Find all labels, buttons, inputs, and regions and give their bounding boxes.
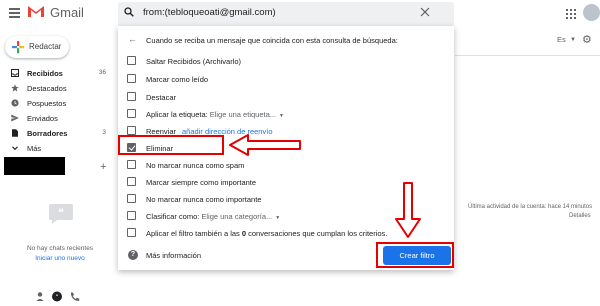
gmail-window: Gmail from:(tebloqueoati@gmail.com) Reda… [0, 0, 600, 306]
gear-icon[interactable]: ⚙ [582, 33, 592, 46]
annotation-arrow-down [395, 182, 421, 238]
send-icon [11, 114, 19, 122]
caret-down-icon[interactable]: ▼ [570, 37, 576, 43]
sidebar-item-pospuestos[interactable]: Pospuestos [0, 96, 112, 111]
input-tools-language[interactable]: Es [557, 35, 566, 44]
sidebar-item-label: Enviados [27, 114, 58, 123]
option-label: Destacar [146, 93, 177, 102]
star-icon [11, 84, 19, 92]
caret-down-icon[interactable]: ▼ [275, 215, 280, 221]
category-select[interactable]: Elige una categoría... [201, 212, 272, 221]
option-row-text: Aplicar la etiqueta: Elige una etiqueta..… [146, 110, 284, 119]
option-label-pre: Aplicar el filtro también a las [146, 229, 242, 238]
option-label: Clasificar como: [146, 212, 200, 221]
redacted-block [4, 157, 65, 175]
checkbox[interactable] [127, 74, 136, 83]
search-input[interactable]: from:(tebloqueoati@gmail.com) [143, 7, 276, 18]
back-arrow-icon[interactable]: ← [128, 34, 137, 44]
main-menu-icon[interactable] [9, 8, 20, 18]
option-label: Saltar Recibidos (Archivarlo) [146, 57, 242, 66]
annotation-arrow-left [229, 134, 301, 156]
annotation-box-create-filter [376, 242, 454, 268]
hangouts-icon: ” [52, 291, 62, 302]
chat-quote-icon: ❝ [49, 204, 73, 224]
option-label-post: conversaciones que cumplan los criterios… [246, 229, 388, 238]
inbox-icon [11, 69, 19, 77]
app-name: Gmail [50, 5, 84, 20]
checkbox[interactable] [127, 228, 136, 237]
sidebar-item-label: Borradores [27, 129, 68, 138]
option-label: No marcar nunca como importante [146, 195, 262, 204]
option-row-text: Aplicar el filtro también a las 0 conver… [146, 229, 387, 238]
add-label-button[interactable]: + [100, 161, 106, 173]
checkbox[interactable] [127, 92, 136, 101]
sidebar-item-label: Recibidos [27, 69, 63, 78]
filter-header: Cuando se reciba un mensaje que coincida… [146, 36, 398, 45]
checkbox[interactable] [127, 160, 136, 169]
sidebar-item-borradores[interactable]: Borradores 3 [0, 126, 112, 141]
start-chat-link[interactable]: Iniciar uno nuevo [0, 255, 120, 262]
sidebar-item-enviados[interactable]: Enviados [0, 111, 112, 126]
clock-icon [11, 99, 19, 107]
option-label: Marcar siempre como importante [146, 178, 257, 187]
sidebar-item-label: Más [27, 144, 42, 153]
divider [455, 55, 600, 56]
person-icon [36, 292, 44, 301]
svg-text:❝: ❝ [58, 206, 64, 219]
option-label: Marcar como leído [146, 75, 209, 84]
sidebar-item-label: Pospuestos [27, 99, 67, 108]
sidebar-item-label: Destacados [27, 84, 67, 93]
details-link[interactable]: Detalles [569, 213, 591, 219]
checkbox[interactable] [127, 194, 136, 203]
svg-text:”: ” [55, 294, 58, 301]
compose-label: Redactar [29, 42, 62, 51]
compose-plus-icon [12, 41, 25, 54]
sidebar-item-recibidos[interactable]: Recibidos 36 [0, 66, 112, 81]
hangouts-bar: ” [36, 291, 80, 302]
search-icon[interactable] [124, 7, 134, 17]
option-label: No marcar nunca como spam [146, 161, 245, 170]
checkbox[interactable] [127, 211, 136, 220]
annotation-box-eliminar [118, 135, 224, 155]
sidebar-item-destacados[interactable]: Destacados [0, 81, 112, 96]
phone-icon [71, 292, 80, 301]
draft-icon [12, 129, 18, 137]
checkbox[interactable] [127, 126, 136, 135]
checkbox[interactable] [127, 177, 136, 186]
label-select[interactable]: Elige una etiqueta... [210, 110, 276, 119]
avatar[interactable] [583, 4, 600, 21]
sidebar-item-mas[interactable]: Más [0, 141, 112, 156]
more-info-link[interactable]: Más información [146, 251, 201, 260]
unread-count: 36 [98, 69, 106, 76]
help-icon[interactable]: ? [128, 250, 138, 260]
checkbox[interactable] [127, 109, 136, 118]
no-chats-text: No hay chats recientes [26, 245, 94, 252]
last-activity-text: Última actividad de la cuenta: hace 14 m… [468, 204, 593, 210]
apps-grid-icon[interactable] [566, 9, 576, 19]
close-icon[interactable] [420, 7, 430, 17]
draft-count: 3 [102, 129, 106, 136]
caret-down-icon[interactable]: ▼ [279, 113, 284, 119]
option-label: Aplicar la etiqueta: [146, 110, 208, 119]
checkbox[interactable] [127, 56, 136, 65]
option-row-text: Clasificar como: Elige una categoría... ▼ [146, 212, 280, 221]
chevron-down-icon [12, 146, 18, 151]
gmail-logo-icon [28, 6, 44, 17]
